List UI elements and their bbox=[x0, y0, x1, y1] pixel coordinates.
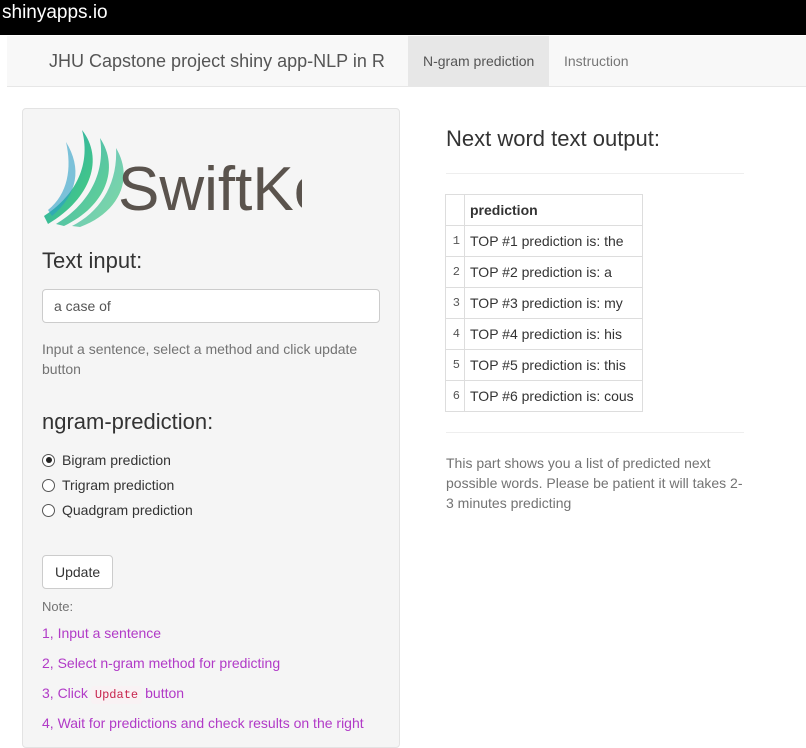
update-button[interactable]: Update bbox=[42, 555, 114, 589]
radio-unchecked-icon[interactable] bbox=[42, 503, 55, 517]
output-title: Next word text output: bbox=[446, 126, 660, 151]
note-step-3-code: Update bbox=[90, 686, 143, 704]
divider bbox=[446, 173, 744, 174]
radio-checked-icon[interactable] bbox=[42, 453, 55, 467]
radio-bigram[interactable]: Bigram prediction bbox=[42, 450, 171, 470]
row-prediction: TOP #5 prediction is: this bbox=[464, 349, 643, 381]
row-index: 6 bbox=[445, 380, 465, 412]
prediction-table: prediction 1 TOP #1 prediction is: the 2… bbox=[445, 194, 643, 412]
browser-title: shinyapps.io bbox=[2, 2, 108, 23]
sidebar-panel: SwiftKey Text input: Input a sentence, s… bbox=[22, 108, 400, 748]
table-header-row: prediction bbox=[445, 194, 643, 226]
row-index: 3 bbox=[445, 287, 465, 319]
table-row: 3 TOP #3 prediction is: my bbox=[445, 287, 643, 319]
row-prediction: TOP #6 prediction is: cous bbox=[464, 380, 643, 412]
swiftkey-logo: SwiftKey bbox=[42, 128, 359, 230]
table-row: 1 TOP #1 prediction is: the bbox=[445, 225, 643, 257]
note-step-4: 4, Wait for predictions and check result… bbox=[42, 715, 364, 731]
navbar: JHU Capstone project shiny app-NLP in R … bbox=[7, 36, 806, 87]
row-index: 2 bbox=[445, 256, 465, 288]
radio-bigram-label: Bigram prediction bbox=[62, 452, 171, 468]
note-step-3-suffix: button bbox=[145, 685, 185, 701]
navbar-brand: JHU Capstone project shiny app-NLP in R bbox=[49, 51, 385, 71]
tab-ngram-prediction[interactable]: N-gram prediction bbox=[408, 36, 550, 86]
browser-title-bar: shinyapps.io bbox=[0, 0, 806, 35]
table-row: 2 TOP #2 prediction is: a bbox=[445, 256, 643, 288]
row-index: 5 bbox=[445, 349, 465, 381]
output-help: This part shows you a list of predicted … bbox=[446, 455, 743, 511]
table-column-header: prediction bbox=[464, 194, 643, 226]
divider bbox=[446, 432, 744, 433]
table-index-header bbox=[445, 194, 465, 226]
row-prediction: TOP #3 prediction is: my bbox=[464, 287, 643, 319]
row-prediction: TOP #1 prediction is: the bbox=[464, 225, 643, 257]
radio-quadgram[interactable]: Quadgram prediction bbox=[42, 500, 193, 520]
tab-instruction[interactable]: Instruction bbox=[549, 36, 644, 86]
note-step-3-prefix: 3, Click bbox=[42, 685, 88, 701]
note-step-3: 3, Click Update button bbox=[42, 685, 185, 704]
note-label: Note: bbox=[42, 599, 74, 614]
note-step-1: 1, Input a sentence bbox=[42, 625, 162, 641]
row-index: 1 bbox=[445, 225, 465, 257]
row-index: 4 bbox=[445, 318, 465, 350]
radio-trigram-label: Trigram prediction bbox=[62, 477, 175, 493]
row-prediction: TOP #2 prediction is: a bbox=[464, 256, 643, 288]
logo-text: SwiftKey bbox=[118, 155, 302, 224]
row-prediction: TOP #4 prediction is: his bbox=[464, 318, 643, 350]
ngram-title: ngram-prediction: bbox=[42, 409, 214, 434]
text-input-title: Text input: bbox=[42, 248, 143, 273]
radio-trigram[interactable]: Trigram prediction bbox=[42, 475, 174, 495]
radio-unchecked-icon[interactable] bbox=[42, 478, 55, 492]
table-row: 4 TOP #4 prediction is: his bbox=[445, 318, 643, 350]
radio-quadgram-label: Quadgram prediction bbox=[62, 502, 193, 518]
text-input-help: Input a sentence, select a method and cl… bbox=[42, 341, 358, 377]
swiftkey-logo-icon: SwiftKey bbox=[44, 130, 359, 227]
text-input-field[interactable] bbox=[42, 289, 380, 323]
note-step-2: 2, Select n-gram method for predicting bbox=[42, 655, 281, 671]
table-row: 5 TOP #5 prediction is: this bbox=[445, 349, 643, 381]
table-row: 6 TOP #6 prediction is: cous bbox=[445, 380, 643, 412]
